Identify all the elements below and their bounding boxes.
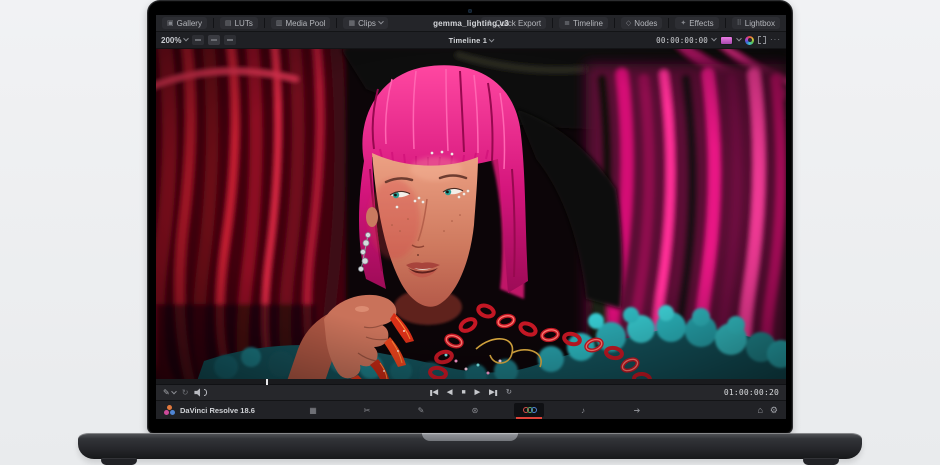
- page-color-button[interactable]: [514, 403, 544, 417]
- zoom-level-select[interactable]: 200%: [161, 36, 188, 45]
- divider: [668, 18, 669, 28]
- vignette: [156, 49, 786, 379]
- lightbox-button[interactable]: ⠿ Lightbox: [732, 17, 780, 29]
- timeline-selector[interactable]: Timeline 1: [449, 36, 494, 45]
- play-button[interactable]: ▶: [475, 389, 480, 396]
- webcam-icon: [468, 9, 472, 13]
- effects-button[interactable]: ✦ Effects: [675, 17, 718, 29]
- loop-icon[interactable]: ↻: [182, 389, 189, 397]
- lid-notch: [422, 433, 518, 441]
- speaker-wave-icon: [204, 389, 207, 396]
- cut-icon: ✂: [364, 406, 371, 415]
- divider: [336, 18, 337, 28]
- viewer-tool-button-3[interactable]: [224, 35, 236, 45]
- page-bar: DaVinci Resolve 18.6 ▦ ✂ ✎ ⊛ ♪ ➔ ⌂ ⚙: [156, 401, 786, 419]
- divider: [264, 18, 265, 28]
- edit-icon: ✎: [418, 406, 425, 415]
- chevron-down-icon: [736, 36, 742, 42]
- record-timecode: 01:00:00:20: [724, 388, 779, 397]
- audio-mute-button[interactable]: [194, 388, 207, 397]
- nodes-icon: ◇: [626, 20, 631, 27]
- divider: [725, 18, 726, 28]
- chevron-down-icon: [378, 19, 384, 25]
- gallery-icon: ▣: [167, 20, 174, 27]
- chevron-down-icon: [171, 388, 177, 394]
- media-pool-button[interactable]: ▥ Media Pool: [271, 17, 331, 29]
- chevron-down-icon: [489, 36, 495, 42]
- expand-viewer-icon[interactable]: [758, 36, 766, 44]
- chevron-down-icon: [184, 36, 190, 42]
- color-wheels-icon: [523, 406, 536, 414]
- skip-start-button[interactable]: ◀: [430, 389, 438, 396]
- page-media-button[interactable]: ▦: [298, 403, 328, 417]
- page-deliver-button[interactable]: ➔: [622, 403, 652, 417]
- fairlight-icon: ♪: [581, 406, 585, 415]
- luts-button[interactable]: ▤ LUTs: [220, 17, 258, 29]
- home-button[interactable]: ⌂: [757, 405, 762, 416]
- project-title: gemma_lighting.v3: [433, 19, 509, 28]
- clips-button[interactable]: ▦ Clips: [343, 17, 387, 29]
- top-toolbar: ▣ Gallery ▤ LUTs ▥ Media Pool: [156, 15, 786, 32]
- laptop-base: [78, 433, 862, 459]
- deliver-icon: ➔: [634, 406, 641, 415]
- page-fairlight-button[interactable]: ♪: [568, 403, 598, 417]
- lightbox-icon: ⠿: [737, 20, 742, 27]
- gallery-button[interactable]: ▣ Gallery: [162, 17, 207, 29]
- macbook-pro: ▣ Gallery ▤ LUTs ▥ Media Pool: [0, 0, 940, 465]
- pencil-icon: ✎: [163, 389, 170, 397]
- chevron-down-icon: [711, 36, 717, 42]
- laptop-screen: ▣ Gallery ▤ LUTs ▥ Media Pool: [147, 0, 793, 434]
- nodes-button[interactable]: ◇ Nodes: [621, 17, 663, 29]
- color-wheel-icon[interactable]: [745, 36, 754, 45]
- source-timecode: 00:00:00:00: [656, 36, 708, 45]
- viewer-toolbar: 200% Timeline 1 00:00:00:00: [156, 32, 786, 49]
- timeline-view-button[interactable]: ≣ Timeline: [559, 17, 608, 29]
- page-edit-button[interactable]: ✎: [406, 403, 436, 417]
- clips-icon: ▦: [348, 20, 355, 27]
- transport-bar: ✎ ↻ ◀ ◀ ■ ▶ ▶ ↻: [156, 385, 786, 401]
- divider: [213, 18, 214, 28]
- play-reverse-button[interactable]: ◀: [447, 389, 452, 396]
- timeline-icon: ≣: [564, 20, 570, 27]
- luts-icon: ▤: [225, 20, 232, 27]
- viewer-tool-button-2[interactable]: [208, 35, 220, 45]
- divider: [614, 18, 615, 28]
- media-icon: ▦: [309, 406, 317, 415]
- page-cut-button[interactable]: ✂: [352, 403, 382, 417]
- app-version-label: DaVinci Resolve 18.6: [180, 406, 255, 415]
- clip-color-icon[interactable]: [720, 36, 733, 45]
- loop-playback-button[interactable]: ↻: [506, 389, 512, 396]
- media-pool-icon: ▥: [276, 20, 283, 27]
- stop-button[interactable]: ■: [461, 389, 465, 396]
- laptop-foot-left: [101, 458, 137, 465]
- laptop-foot-right: [803, 458, 839, 465]
- speaker-icon: [194, 388, 203, 397]
- skip-end-button[interactable]: ▶: [489, 389, 497, 396]
- viewer-tool-button-1[interactable]: [192, 35, 204, 45]
- effects-icon: ✦: [680, 20, 686, 27]
- annotate-tool-button[interactable]: ✎: [163, 389, 176, 397]
- page-fusion-button[interactable]: ⊛: [460, 403, 490, 417]
- viewer-image[interactable]: [156, 49, 786, 379]
- fusion-icon: ⊛: [472, 406, 479, 415]
- divider: [552, 18, 553, 28]
- settings-button[interactable]: ⚙: [770, 405, 778, 416]
- davinci-resolve-logo-icon: [164, 405, 175, 416]
- davinci-resolve-window: ▣ Gallery ▤ LUTs ▥ Media Pool: [156, 15, 786, 419]
